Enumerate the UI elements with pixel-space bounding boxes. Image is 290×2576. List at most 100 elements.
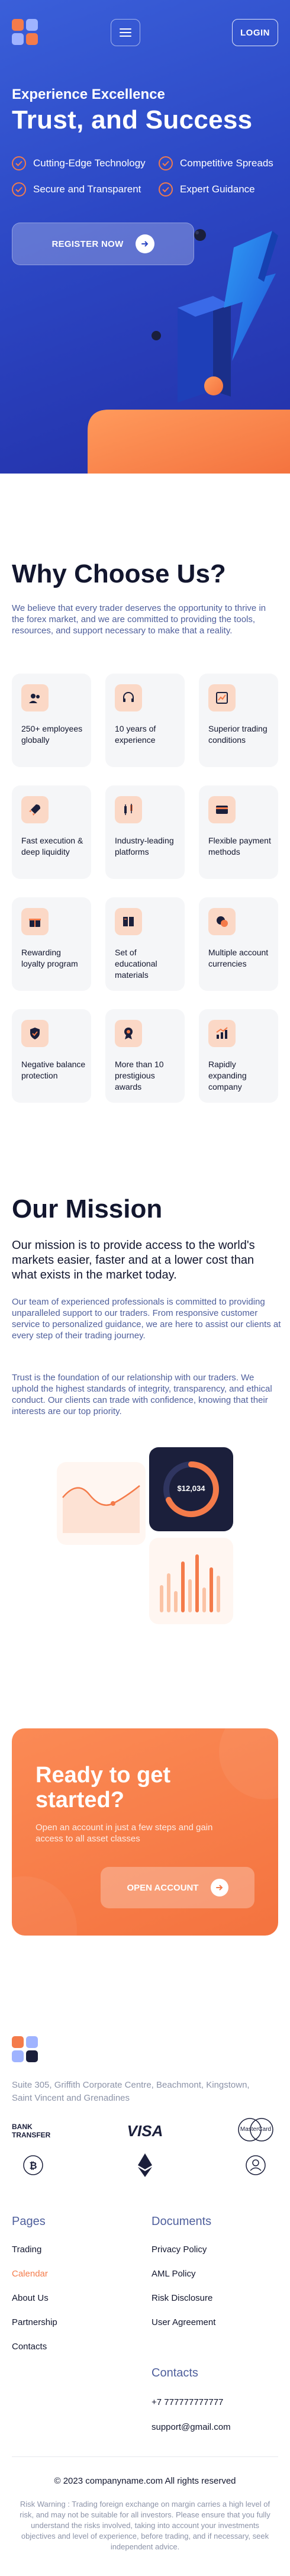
feature-card: Superior trading conditions — [199, 674, 278, 767]
feature-card-label: 250+ employees globally — [21, 724, 83, 745]
feature-card-label: Multiple account currencies — [208, 948, 269, 968]
logo-square — [26, 2050, 38, 2062]
growth-icon — [208, 1020, 236, 1047]
copyright: © 2023 companyname.com All rights reserv… — [54, 2476, 236, 2486]
headset-icon — [115, 684, 142, 711]
feature-card: Rewarding loyalty program — [12, 897, 91, 991]
users-icon — [21, 684, 49, 711]
logo[interactable] — [12, 19, 39, 46]
mastercard-label: MasterCard — [240, 2126, 272, 2133]
logo-square — [26, 19, 38, 31]
footer-link-risk-disclosure[interactable]: Risk Disclosure — [152, 2293, 212, 2303]
feature-card: 250+ employees globally — [12, 674, 91, 767]
feature-label: Expert Guidance — [180, 183, 255, 195]
feature-card-label: Rewarding loyalty program — [21, 948, 78, 968]
footer-link-aml-policy[interactable]: AML Policy — [152, 2269, 195, 2279]
footer-link-contacts[interactable]: Contacts — [12, 2342, 47, 2352]
cta-subtitle: Open an account in just a few steps and … — [36, 1822, 213, 1844]
feature-card: Industry-leading platforms — [105, 785, 185, 879]
page: LOGIN Experience Excellence Trust, and S… — [0, 0, 290, 2576]
register-label: REGISTER NOW — [51, 239, 124, 249]
coins-icon — [208, 908, 236, 935]
balance-card: $12,034 — [149, 1447, 233, 1531]
feature-card: Fast execution & deep liquidity — [12, 785, 91, 879]
feature-card-label: Negative balance protection — [21, 1060, 86, 1080]
award-icon — [115, 1020, 142, 1047]
footer-link-trading[interactable]: Trading — [12, 2245, 41, 2255]
hero-subtitle: Experience Excellence — [12, 86, 165, 102]
contacts-heading: Contacts — [152, 2366, 198, 2379]
check-icon — [159, 182, 173, 197]
user-circle-icon — [246, 2155, 266, 2175]
why-title: Why Choose Us? — [12, 559, 226, 588]
hero-title: Trust, and Success — [12, 105, 253, 134]
feature-card-label: Flexible payment methods — [208, 836, 271, 856]
footer-link-partnership[interactable]: Partnership — [12, 2317, 57, 2327]
shield-icon — [21, 1020, 49, 1047]
footer-link-calendar[interactable]: Calendar — [12, 2269, 48, 2279]
phone-link[interactable]: +7 777777777777 — [152, 2397, 223, 2407]
logo-square — [12, 19, 24, 31]
visa-logo: VISA — [127, 2121, 163, 2140]
check-icon — [12, 182, 26, 197]
feature-card-label: Superior trading conditions — [208, 724, 268, 745]
mission-paragraph: Trust is the foundation of our relations… — [12, 1373, 272, 1416]
rocket-icon — [21, 796, 49, 823]
feature-card-label: Rapidly expanding company — [208, 1060, 247, 1091]
cta-section: Ready to get started? Open an account in… — [12, 1728, 278, 1936]
bitcoin-icon: ₿ — [23, 2155, 43, 2175]
check-icon — [12, 156, 26, 170]
feature-item: Secure and Transparent — [12, 182, 141, 197]
feature-card: Set of educational materials — [105, 897, 185, 991]
line-chart-card — [57, 1462, 146, 1545]
feature-card: More than 10 prestigious awards — [105, 1009, 185, 1103]
footer-link-privacy-policy[interactable]: Privacy Policy — [152, 2245, 207, 2255]
logo-square — [12, 2050, 24, 2062]
feature-card-label: 10 years of experience — [115, 724, 156, 745]
cta-title: Ready to get started? — [36, 1763, 171, 1812]
feature-item: Competitive Spreads — [159, 156, 273, 170]
login-button[interactable]: LOGIN — [232, 19, 278, 46]
chart-icon — [208, 684, 236, 711]
gift-icon — [21, 908, 49, 935]
feature-label: Cutting-Edge Technology — [33, 157, 146, 169]
pages-heading: Pages — [12, 2215, 46, 2228]
candles-icon — [115, 796, 142, 823]
footer-divider — [12, 2456, 278, 2457]
open-account-button[interactable]: OPEN ACCOUNT — [101, 1867, 254, 1908]
footer-link-user-agreement[interactable]: User Agreement — [152, 2317, 215, 2327]
mission-paragraph: Our team of experienced professionals is… — [12, 1297, 281, 1341]
feature-card: Negative balance protection — [12, 1009, 91, 1103]
register-now-button[interactable]: REGISTER NOW — [12, 223, 194, 265]
risk-warning: Risk Warning : Trading foreign exchange … — [20, 2500, 270, 2551]
ethereum-icon — [138, 2153, 152, 2177]
hero-section: LOGIN Experience Excellence Trust, and S… — [0, 0, 290, 474]
feature-card: 10 years of experience — [105, 674, 185, 767]
footer-logo[interactable] — [12, 2036, 39, 2063]
open-account-label: OPEN ACCOUNT — [127, 1882, 199, 1893]
menu-button[interactable] — [111, 19, 140, 46]
feature-card: Flexible payment methods — [199, 785, 278, 879]
logo-square — [12, 33, 24, 45]
transfer-label: TRANSFER — [12, 2131, 51, 2139]
company-address: Suite 305, Griffith Corporate Centre, Be… — [12, 2080, 250, 2103]
balance-value: $12,034 — [177, 1484, 205, 1493]
email-link[interactable]: support@gmail.com — [152, 2422, 231, 2432]
book-icon — [115, 908, 142, 935]
logo-square — [12, 2036, 24, 2048]
bar-chart-card — [149, 1538, 233, 1624]
feature-card-label: More than 10 prestigious awards — [115, 1060, 164, 1091]
feature-item: Expert Guidance — [159, 182, 255, 197]
card-icon — [208, 796, 236, 823]
footer-link-about-us[interactable]: About Us — [12, 2293, 49, 2303]
check-icon — [159, 156, 173, 170]
feature-card-label: Fast execution & deep liquidity — [21, 836, 83, 856]
why-description: We believe that every trader deserves th… — [12, 603, 266, 636]
hamburger-icon — [120, 28, 131, 37]
arrow-right-icon — [135, 234, 154, 253]
svg-text:₿: ₿ — [29, 2160, 37, 2171]
bank-label: BANK — [12, 2123, 33, 2131]
feature-item: Cutting-Edge Technology — [12, 156, 146, 170]
logo-square — [26, 33, 38, 45]
mastercard-logo: MasterCard — [234, 2115, 277, 2144]
